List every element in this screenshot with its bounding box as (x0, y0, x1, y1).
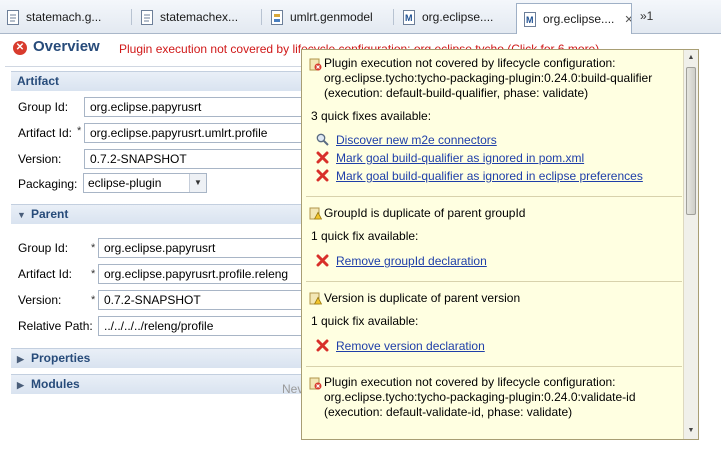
popup-divider (306, 366, 682, 367)
popup-divider (306, 196, 682, 197)
svg-text:M: M (526, 15, 534, 25)
error-marker-icon (309, 377, 322, 390)
fix-remove-version-link[interactable]: Remove version declaration (336, 339, 485, 353)
parent-relative-path-label: Relative Path: (18, 319, 93, 333)
section-artifact[interactable]: Artifact (11, 71, 306, 91)
tab-statemachex[interactable]: statemachex... (134, 4, 262, 30)
packaging-select[interactable]: eclipse-plugin ▼ (83, 173, 207, 193)
twistie-collapsed-icon: ▶ (17, 354, 24, 364)
problem-4-line-3: (execution: default-validate-id, phase: … (324, 405, 573, 419)
problem-1-line-3: (execution: default-build-qualifier, pha… (324, 86, 589, 100)
fix-remove-groupid-link[interactable]: Remove groupId declaration (336, 254, 487, 268)
section-modules-label: Modules (31, 377, 80, 391)
tab-pom-1[interactable]: M org.eclipse.... (396, 4, 514, 30)
popup-divider (306, 281, 682, 282)
artifact-group-id-field[interactable]: org.eclipse.papyrusrt (84, 97, 304, 117)
section-parent-label: Parent (31, 207, 69, 221)
genmodel-icon (271, 9, 283, 25)
required-marker: * (77, 125, 82, 137)
section-artifact-label: Artifact (17, 74, 60, 88)
parent-version-label: Version: (18, 293, 62, 307)
fix-discover-connectors-link[interactable]: Discover new m2e connectors (336, 133, 497, 147)
section-properties[interactable]: ▶ Properties (11, 348, 306, 368)
required-marker: * (91, 242, 96, 254)
section-properties-label: Properties (31, 351, 91, 365)
error-x-icon (316, 254, 329, 267)
parent-group-id-field[interactable]: org.eclipse.papyrusrt (98, 238, 304, 258)
maven-icon: M (524, 11, 536, 27)
problem-2-line-1: GroupId is duplicate of parent groupId (324, 206, 526, 220)
tab-statemach[interactable]: statemach.g... (0, 4, 132, 30)
parent-artifact-id-field[interactable]: org.eclipse.papyrusrt.profile.releng (98, 264, 304, 284)
tab-label: statemachex... (160, 10, 239, 24)
required-marker: * (91, 294, 96, 306)
fix-ignore-in-pom-link[interactable]: Mark goal build-qualifier as ignored in … (336, 151, 584, 165)
file-icon (7, 9, 19, 25)
tab-label: umlrt.genmodel (290, 10, 373, 24)
section-modules[interactable]: ▶ Modules (11, 374, 306, 394)
artifact-packaging-label: Packaging: (18, 177, 78, 191)
tab-pom-active[interactable]: M org.eclipse.... ✕ (516, 3, 632, 34)
error-x-icon (316, 151, 329, 164)
tab-umlrt-genmodel[interactable]: umlrt.genmodel (264, 4, 394, 30)
error-marker-icon (309, 58, 322, 71)
parent-group-id-label: Group Id: (18, 241, 69, 255)
required-marker: * (91, 268, 96, 280)
header-divider (5, 66, 305, 67)
popup-scrollbar[interactable]: ▲ ▼ (683, 50, 698, 439)
problem-1-line-2: org.eclipse.tycho:tycho-packaging-plugin… (324, 71, 653, 85)
artifact-group-id-label: Group Id: (18, 100, 69, 114)
file-icon (141, 9, 153, 25)
editor-tab-bar: statemach.g... statemachex... umlrt.genm… (0, 0, 721, 34)
problem-1-fix-count: 3 quick fixes available: (311, 109, 432, 123)
section-parent[interactable]: ▼ Parent (11, 204, 306, 224)
parent-artifact-id-label: Artifact Id: (18, 267, 73, 281)
search-icon (316, 133, 329, 146)
problem-4-line-2: org.eclipse.tycho:tycho-packaging-plugin… (324, 390, 636, 404)
fix-ignore-in-preferences-link[interactable]: Mark goal build-qualifier as ignored in … (336, 169, 643, 183)
warning-marker-icon (309, 207, 322, 220)
artifact-version-field[interactable]: 0.7.2-SNAPSHOT (84, 149, 304, 169)
error-icon: ✕ (13, 41, 27, 55)
tab-overflow-button[interactable]: »1 (640, 9, 653, 23)
warning-marker-icon (309, 292, 322, 305)
tab-label: statemach.g... (26, 10, 102, 24)
problem-4-line-1: Plugin execution not covered by lifecycl… (324, 375, 616, 389)
page-title: Overview (33, 38, 100, 55)
artifact-artifact-id-label: Artifact Id: (18, 126, 73, 140)
svg-text:M: M (405, 13, 413, 23)
scroll-up-arrow-icon[interactable]: ▲ (684, 50, 698, 66)
tab-label: org.eclipse.... (543, 12, 615, 26)
scrollbar-thumb[interactable] (686, 67, 696, 215)
chevron-down-icon: ▼ (189, 174, 206, 192)
error-x-icon (316, 339, 329, 352)
problem-3-fix-count: 1 quick fix available: (311, 314, 419, 328)
twistie-collapsed-icon: ▶ (17, 380, 24, 390)
maven-icon: M (403, 9, 415, 25)
twistie-expanded-icon: ▼ (17, 210, 26, 220)
tab-label: org.eclipse.... (422, 10, 494, 24)
problem-2-fix-count: 1 quick fix available: (311, 229, 419, 243)
close-icon[interactable]: ✕ (624, 13, 631, 26)
parent-relative-path-field[interactable]: ../../../../releng/profile (98, 316, 304, 336)
scroll-down-arrow-icon[interactable]: ▼ (684, 423, 698, 439)
problem-3-line-1: Version is duplicate of parent version (324, 291, 521, 305)
artifact-artifact-id-field[interactable]: org.eclipse.papyrusrt.umlrt.profile (84, 123, 304, 143)
artifact-version-label: Version: (18, 152, 62, 166)
problem-1-line-1: Plugin execution not covered by lifecycl… (324, 56, 616, 70)
packaging-value: eclipse-plugin (88, 176, 162, 190)
parent-version-field[interactable]: 0.7.2-SNAPSHOT (98, 290, 304, 310)
error-x-icon (316, 169, 329, 182)
